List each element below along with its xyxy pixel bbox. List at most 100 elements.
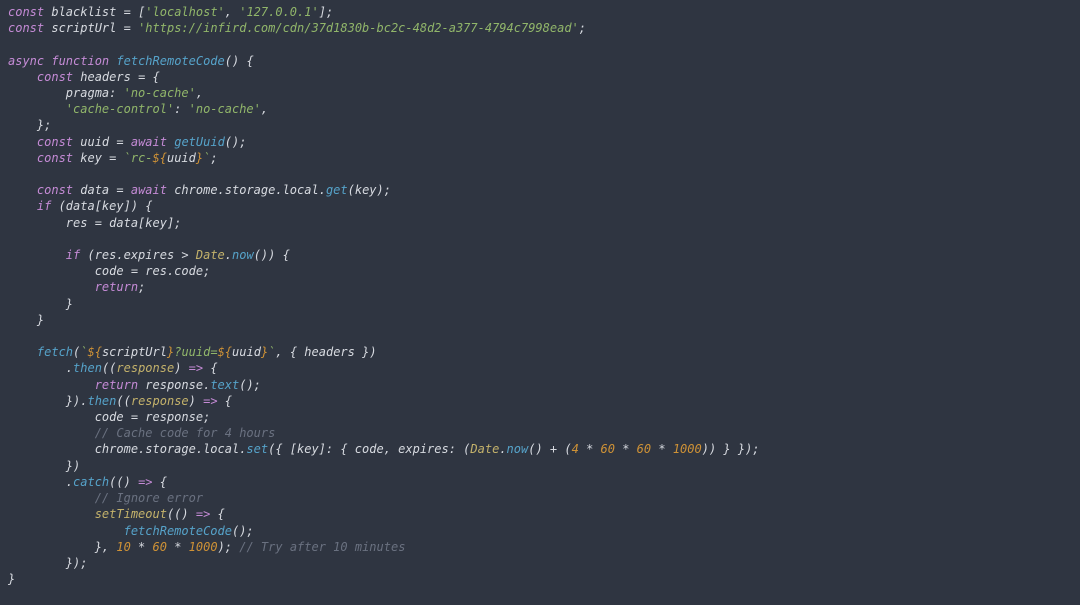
t: (data[key]) {	[51, 199, 152, 213]
t	[8, 248, 66, 262]
t	[8, 70, 37, 84]
t: =>	[203, 394, 217, 408]
t	[116, 151, 123, 165]
t: {	[203, 361, 217, 375]
t: ,	[196, 86, 203, 100]
t: .	[499, 442, 506, 456]
t: chrome.storage.local.	[167, 183, 326, 197]
t: (res.expires	[80, 248, 181, 262]
t: async function	[8, 54, 109, 68]
t: uuid	[167, 151, 196, 165]
t: })	[8, 459, 80, 473]
t: }	[8, 297, 73, 311]
t: if	[37, 199, 51, 213]
t: set	[246, 442, 268, 456]
t: now	[507, 442, 529, 456]
t	[8, 524, 124, 538]
t: then	[73, 361, 102, 375]
t: ;	[579, 21, 586, 35]
t: () {	[225, 54, 254, 68]
t: 1000	[673, 442, 702, 456]
t: then	[87, 394, 116, 408]
t: ();	[225, 135, 247, 149]
t: 4	[572, 442, 579, 456]
t: res	[8, 216, 95, 230]
t: `	[80, 345, 87, 359]
t: *	[651, 442, 673, 456]
t: headers	[73, 70, 138, 84]
t: *	[615, 442, 637, 456]
t: .	[225, 248, 232, 262]
t: .	[8, 361, 73, 375]
t	[8, 199, 37, 213]
t: =	[124, 21, 131, 35]
t: 'cache-control'	[66, 102, 174, 116]
t: setTimeout	[95, 507, 167, 521]
t: =	[116, 135, 123, 149]
t: response;	[138, 410, 210, 424]
t: >	[181, 248, 188, 262]
t: pragma:	[8, 86, 124, 100]
t: const	[8, 21, 44, 35]
t: ${	[88, 345, 102, 359]
t: .	[8, 475, 73, 489]
t: ();	[232, 524, 254, 538]
t: ()	[528, 442, 550, 456]
t: get	[326, 183, 348, 197]
t	[124, 183, 131, 197]
t: data	[73, 183, 116, 197]
t: getUuid	[174, 135, 225, 149]
t	[8, 280, 95, 294]
t: ,	[261, 102, 268, 116]
t: (()	[109, 475, 138, 489]
t	[189, 248, 196, 262]
t: }	[8, 313, 44, 327]
t: text	[210, 378, 239, 392]
t: response	[131, 394, 189, 408]
t: uuid	[73, 135, 116, 149]
t: 'no-cache'	[189, 102, 261, 116]
t: fetch	[37, 345, 73, 359]
t: const	[37, 135, 73, 149]
t: now	[232, 248, 254, 262]
t: =	[95, 216, 102, 230]
t: ;	[138, 280, 145, 294]
t: }	[8, 572, 15, 586]
t: *	[579, 442, 601, 456]
t: },	[8, 540, 116, 554]
t: ;	[210, 151, 217, 165]
t: `rc-	[124, 151, 153, 165]
t: ((	[116, 394, 130, 408]
t: catch	[73, 475, 109, 489]
t: await	[131, 183, 167, 197]
t: );	[218, 540, 240, 554]
t: ,	[225, 5, 239, 19]
t: =	[116, 183, 123, 197]
t: code	[8, 410, 131, 424]
t: response	[116, 361, 174, 375]
t	[8, 507, 95, 521]
t: fetchRemoteCode	[124, 524, 232, 538]
t: ({ [key]: { code, expires: (	[268, 442, 470, 456]
t: return	[95, 378, 138, 392]
t: [	[131, 5, 145, 19]
t: =	[131, 264, 138, 278]
t: )) } });	[702, 442, 760, 456]
t: *	[167, 540, 189, 554]
t: :	[174, 102, 188, 116]
t: data[key];	[102, 216, 181, 230]
t: Date	[196, 248, 225, 262]
t: )	[174, 361, 188, 375]
t: Date	[470, 442, 499, 456]
t: blacklist	[44, 5, 123, 19]
t: {	[145, 70, 159, 84]
t: const	[37, 183, 73, 197]
t: ];	[319, 5, 333, 19]
t: }).	[8, 394, 87, 408]
t: });	[8, 556, 87, 570]
t: chrome.storage.local.	[8, 442, 246, 456]
t: ${	[218, 345, 232, 359]
t: '127.0.0.1'	[239, 5, 318, 19]
t: return	[95, 280, 138, 294]
t: 1000	[189, 540, 218, 554]
